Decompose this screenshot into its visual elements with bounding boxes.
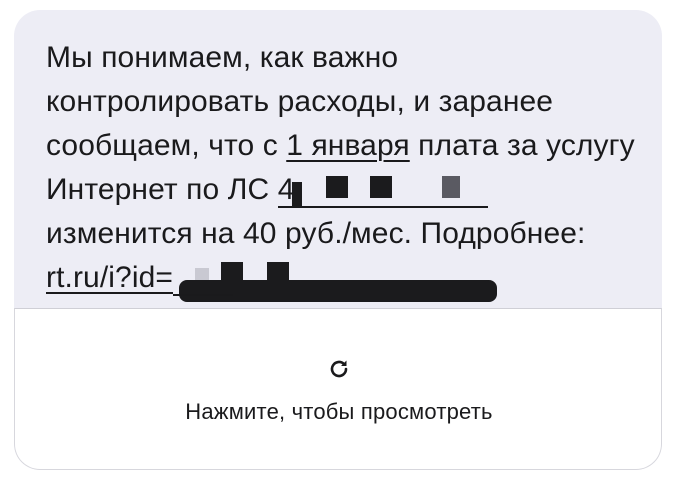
redacted-account-number: 4 xyxy=(277,168,488,212)
message-line-3: сообщаем, что с 1 января плата за услугу xyxy=(46,124,646,168)
message-line-4: Интернет по ЛС 4 xyxy=(46,168,646,212)
message-line-1: Мы понимаем, как важно xyxy=(46,41,399,74)
account-label: Интернет по ЛС xyxy=(46,173,278,206)
view-message-label: Нажмите, чтобы просмотреть xyxy=(185,399,493,424)
message-line-3-end: плата за услугу xyxy=(409,129,635,162)
date-link[interactable]: 1 января xyxy=(286,129,410,162)
details-link[interactable]: rt.ru/i?id= xyxy=(46,261,173,294)
redacted-link-id xyxy=(173,256,503,302)
message-line-3-start: сообщаем, что с xyxy=(46,129,287,162)
message-text: Мы понимаем, как важно контролировать ра… xyxy=(46,36,646,302)
refresh-icon xyxy=(330,360,348,378)
message-line-2: контролировать расходы, и заранее xyxy=(46,85,554,118)
message-line-6: rt.ru/i?id= xyxy=(46,256,646,302)
view-message-button[interactable]: Нажмите, чтобы просмотреть xyxy=(14,308,662,470)
message-line-5: изменится на 40 руб./мес. Подробнее: xyxy=(46,217,586,250)
message-bubble: Мы понимаем, как важно контролировать ра… xyxy=(14,10,662,470)
